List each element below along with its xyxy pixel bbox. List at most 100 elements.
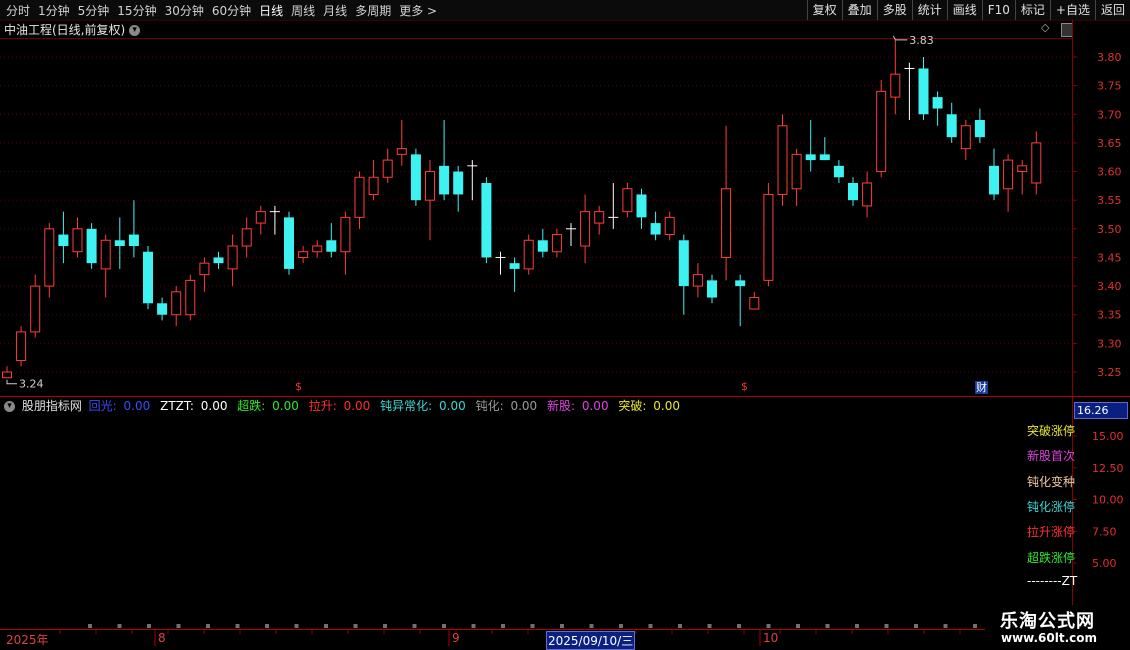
legend-chaodie: 超跌涨停	[1027, 551, 1076, 565]
candle-body	[763, 193, 774, 281]
candle	[918, 57, 929, 120]
candle	[16, 326, 27, 367]
candle-body	[410, 154, 421, 201]
candle-body	[707, 280, 717, 298]
legend-dunhua-zhangting: 钝化涨停	[1027, 500, 1076, 514]
price-tick-label: 3.30	[1097, 337, 1122, 350]
candle	[171, 286, 182, 327]
indicator-tick-label: 12.50	[1092, 462, 1124, 475]
indicator-current-value: 16.26	[1074, 402, 1128, 419]
price-tick-label: 3.45	[1097, 251, 1122, 264]
candle-body	[594, 211, 605, 224]
candle	[382, 148, 393, 183]
event-marker-2[interactable]: $	[741, 380, 748, 393]
candle	[974, 108, 985, 143]
candle-body	[171, 291, 182, 316]
zt-row-markers	[88, 624, 977, 628]
candle	[199, 257, 210, 292]
candle	[876, 79, 887, 178]
candle-body	[721, 188, 732, 258]
price-tick-label: 3.70	[1097, 108, 1122, 121]
indicator-tick-label: 10.00	[1092, 494, 1124, 507]
price-tick-label: 3.40	[1097, 280, 1122, 293]
candle	[143, 246, 153, 309]
candle-body	[453, 171, 464, 195]
watermark: 乐淘公式网 www.60lt.com	[985, 605, 1130, 650]
event-marker-1[interactable]: $	[295, 380, 302, 393]
candle	[777, 114, 788, 206]
candle	[86, 223, 97, 269]
candle	[410, 148, 421, 206]
candle	[298, 246, 309, 264]
candle-body	[692, 274, 703, 287]
candle-body	[974, 120, 985, 138]
candle-body	[664, 216, 675, 236]
candle-body	[354, 176, 365, 218]
candlestick-series	[2, 39, 1042, 379]
chart-canvas[interactable]: 3.80 3.75 3.70 3.65 3.60 3.55 3.50 3.45 3.40 3.35…	[0, 0, 1130, 650]
selected-date[interactable]: 2025/09/10/三	[546, 631, 636, 650]
date-label-year: 2025年	[6, 633, 49, 647]
candle-body	[946, 114, 957, 138]
high-price-label: 3.83	[909, 34, 934, 47]
candle	[848, 177, 858, 206]
candle	[72, 217, 83, 258]
candle	[453, 165, 464, 212]
candle-body	[16, 331, 27, 362]
ind-chaodie: 超跌: 0.00	[237, 399, 299, 413]
ind-huiguang: 回光: 0.00	[88, 399, 151, 413]
candle	[735, 274, 746, 327]
candle	[763, 183, 774, 287]
candle	[185, 274, 196, 321]
candle	[58, 211, 69, 264]
candle-body	[989, 165, 999, 195]
ind-ztzt: ZTZT: 0.00	[160, 399, 228, 413]
candle-body	[932, 97, 943, 109]
ind-xingu: 新股: 0.00	[546, 399, 609, 413]
candle	[932, 91, 943, 126]
candle-body	[72, 228, 83, 253]
candle	[439, 120, 450, 201]
ind-dunyichanghua: 钝异常化: 0.00	[380, 399, 466, 413]
candle-body	[636, 194, 647, 218]
candle-body	[298, 251, 309, 258]
candle	[580, 194, 591, 264]
candle	[551, 228, 562, 258]
candle-body	[425, 171, 435, 201]
candle-body	[735, 280, 746, 287]
candle	[312, 240, 323, 258]
candle	[495, 251, 506, 275]
chevron-down-icon[interactable]: ▾	[4, 401, 15, 412]
finance-marker[interactable]: 财	[975, 381, 988, 394]
candle-body	[862, 182, 873, 207]
price-tick-label: 3.35	[1097, 309, 1122, 322]
legend-dunhua-bianzhong: 钝化变种	[1027, 475, 1076, 489]
candle-body	[537, 240, 548, 252]
candle	[622, 183, 633, 218]
date-ticks	[59, 630, 961, 646]
price-tick-label: 3.60	[1097, 166, 1122, 179]
indicator-name[interactable]: 股朋指标网	[22, 399, 82, 413]
candle-body	[326, 240, 337, 252]
candle	[650, 211, 661, 241]
candle-body	[284, 217, 294, 269]
price-tick-label: 3.65	[1097, 137, 1122, 150]
indicator-tick-label: 5.00	[1092, 557, 1117, 570]
candle-body	[143, 251, 153, 304]
candle	[904, 62, 915, 120]
legend-lasheng: 拉升涨停	[1027, 525, 1076, 539]
price-axis: 3.80 3.75 3.70 3.65 3.60 3.55 3.50 3.45 3.40 3.35…	[1072, 51, 1122, 379]
candle-body	[819, 154, 830, 161]
candle	[805, 120, 816, 172]
candle-body	[791, 153, 802, 190]
price-tick-label: 3.80	[1097, 51, 1122, 64]
candle-body	[255, 211, 266, 224]
ind-tupo: 突破: 0.00	[618, 399, 680, 413]
candle-body	[157, 303, 168, 315]
candle	[284, 211, 294, 275]
price-tick-label: 3.25	[1097, 366, 1122, 379]
candle-body	[650, 223, 661, 235]
date-label-oct: 10	[763, 631, 779, 645]
candle	[368, 160, 379, 201]
candle-body	[481, 183, 492, 258]
